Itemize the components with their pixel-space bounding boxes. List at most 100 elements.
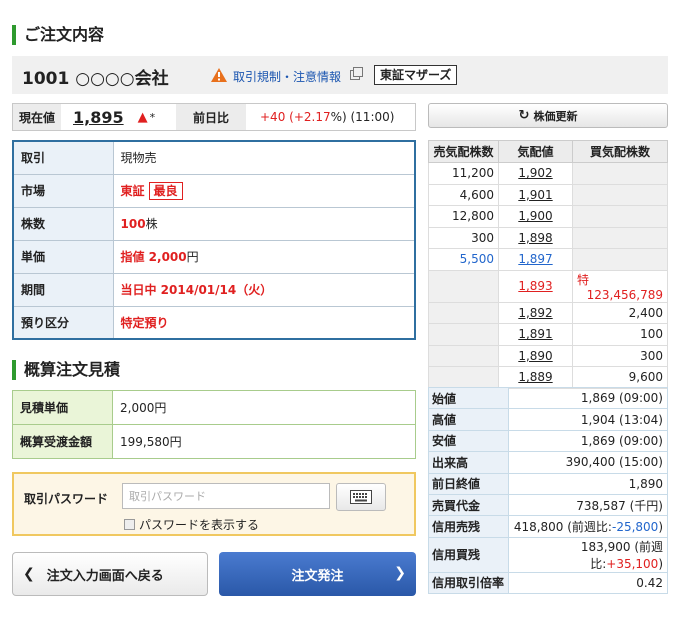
quote-price[interactable]: 1,901 — [518, 188, 552, 202]
price-up-arrow-icon: ▲ — [137, 109, 148, 125]
info-label: 信用買残 — [428, 536, 509, 573]
quote-price[interactable]: 1,900 — [518, 209, 552, 223]
regulation-info-link[interactable]: 取引規制・注意情報 — [233, 68, 341, 85]
margin-sell-delta: -25,800 — [611, 520, 659, 535]
price-mark: * — [149, 110, 156, 124]
refresh-button-label: 株価更新 — [533, 109, 578, 123]
info-label: 出来高 — [428, 451, 509, 474]
quote-price[interactable]: 1,889 — [518, 370, 552, 384]
order-label-shares: 株数 — [12, 206, 114, 241]
table-row: 出来高 390,400 (15:00) — [428, 451, 668, 474]
order-label-market: 市場 — [12, 173, 114, 208]
table-row: 1,893 特 123,456,789 — [428, 269, 668, 303]
table-row: 単価 指値 2,000円 — [12, 239, 416, 274]
table-row: 預り区分 特定預り — [12, 305, 416, 340]
show-password-toggle[interactable]: パスワードを表示する — [124, 516, 259, 533]
external-window-icon[interactable] — [350, 67, 363, 80]
change-amount: +40 (+2.17 — [260, 110, 331, 124]
sell-qty: 12,800 — [428, 205, 499, 228]
quote-price[interactable]: 1,891 — [518, 327, 552, 341]
paren-close: ) — [658, 520, 663, 535]
shares-unit: 株 — [145, 217, 158, 231]
change-time: %) (11:00) — [330, 110, 395, 124]
info-value: 1,869 (09:00) — [508, 386, 668, 410]
back-button-label: 注文入力画面へ戻る — [46, 568, 164, 584]
info-value: 738,587 (千円) — [508, 493, 668, 517]
estimate-section-title: 概算注文見積 — [12, 360, 120, 380]
price-unit: 円 — [186, 250, 199, 264]
stock-header: 1001 ○○○○会社 取引規制・注意情報 東証マザーズ — [12, 56, 668, 94]
quote-price[interactable]: 1,892 — [518, 306, 552, 320]
order-label-trade: 取引 — [12, 140, 114, 175]
shares-count: 100 — [120, 217, 146, 231]
quote-price[interactable]: 1,897 — [518, 252, 552, 266]
limit-price: 指値 2,000 — [120, 250, 187, 264]
table-row: 株数 100株 — [12, 206, 416, 241]
refresh-icon: ↻ — [518, 108, 530, 123]
header-buy-qty: 買気配株数 — [572, 140, 668, 163]
current-price-value[interactable]: 1,895 — [73, 108, 124, 127]
order-value-shares: 100株 — [112, 206, 416, 241]
table-row: 始値 1,869 (09:00) — [428, 386, 668, 410]
info-value: 1,890 — [508, 472, 668, 495]
header-sell-qty: 売気配株数 — [428, 140, 499, 163]
submit-order-button[interactable]: 注文発注 ❯ — [219, 552, 416, 596]
password-input[interactable] — [122, 483, 330, 509]
buy-qty: 300 — [572, 344, 668, 367]
order-value-price: 指値 2,000円 — [112, 239, 416, 274]
info-value: 1,869 (09:00) — [508, 429, 668, 453]
quote-price[interactable]: 1,890 — [518, 349, 552, 363]
sell-qty-empty — [428, 344, 499, 367]
warning-icon — [211, 68, 227, 82]
table-row: 安値 1,869 (09:00) — [428, 429, 668, 453]
table-row: 信用取引倍率 0.42 — [428, 571, 668, 595]
stock-name: 1001 ○○○○会社 — [22, 69, 169, 89]
back-to-order-input-button[interactable]: ❮ 注文入力画面へ戻る — [12, 552, 208, 596]
password-panel: 取引パスワード パスワードを表示する — [12, 472, 416, 536]
table-row: 12,800 1,900 — [428, 205, 668, 228]
order-value-trade: 現物売 — [112, 140, 416, 175]
buy-qty-empty — [572, 248, 668, 271]
chevron-left-icon: ❮ — [23, 566, 35, 582]
buy-qty: 100 — [572, 323, 668, 346]
order-label-price: 単価 — [12, 239, 114, 274]
sell-qty: 11,200 — [428, 162, 499, 185]
table-row: 1,889 9,600 — [428, 366, 668, 389]
info-label: 売買代金 — [428, 493, 509, 517]
quote-price[interactable]: 1,893 — [518, 279, 552, 293]
refresh-price-button[interactable]: ↻ 株価更新 — [428, 103, 668, 128]
buy-qty-empty — [572, 205, 668, 228]
buy-qty-empty — [572, 183, 668, 206]
order-value-market: 東証 最良 — [112, 173, 416, 208]
current-price-cell: 1,895 ▲ * — [61, 104, 176, 130]
estimate-label-settlement: 概算受渡金額 — [12, 424, 113, 459]
order-label-period: 期間 — [12, 272, 114, 307]
table-row: 1,890 300 — [428, 344, 668, 367]
change-label: 前日比 — [176, 104, 246, 130]
show-password-checkbox[interactable] — [124, 519, 135, 530]
buy-qty-empty — [572, 226, 668, 249]
order-details-table: 取引 現物売 市場 東証 最良 株数 100株 単価 指値 2,000円 期間 当… — [12, 140, 416, 340]
paren-close: ) — [658, 556, 663, 571]
sell-qty-empty — [428, 366, 499, 389]
quote-price[interactable]: 1,898 — [518, 231, 552, 245]
order-value-account: 特定預り — [112, 305, 416, 340]
buy-qty-special: 特 123,456,789 — [572, 269, 668, 303]
price-info-table: 始値 1,869 (09:00) 高値 1,904 (13:04) 安値 1,869 … — [428, 386, 668, 595]
quote-price[interactable]: 1,902 — [518, 166, 552, 180]
info-label: 始値 — [428, 386, 509, 410]
software-keyboard-button[interactable] — [336, 483, 386, 511]
info-value: 0.42 — [508, 571, 668, 595]
info-label: 信用取引倍率 — [428, 571, 509, 595]
margin-sell-balance: 418,800 (前週比: — [513, 520, 612, 535]
password-label: 取引パスワード — [24, 492, 109, 506]
table-row: 5,500 1,897 — [428, 248, 668, 271]
sell-qty-empty — [428, 323, 499, 346]
info-value: 418,800 (前週比:-25,800) — [508, 515, 668, 538]
chevron-right-icon: ❯ — [394, 565, 406, 581]
buy-qty-empty — [572, 162, 668, 185]
submit-button-label: 注文発注 — [291, 568, 344, 584]
info-label: 安値 — [428, 429, 509, 453]
order-value-period: 当日中 2014/01/14（火） — [112, 272, 416, 307]
table-row: 1,891 100 — [428, 323, 668, 346]
